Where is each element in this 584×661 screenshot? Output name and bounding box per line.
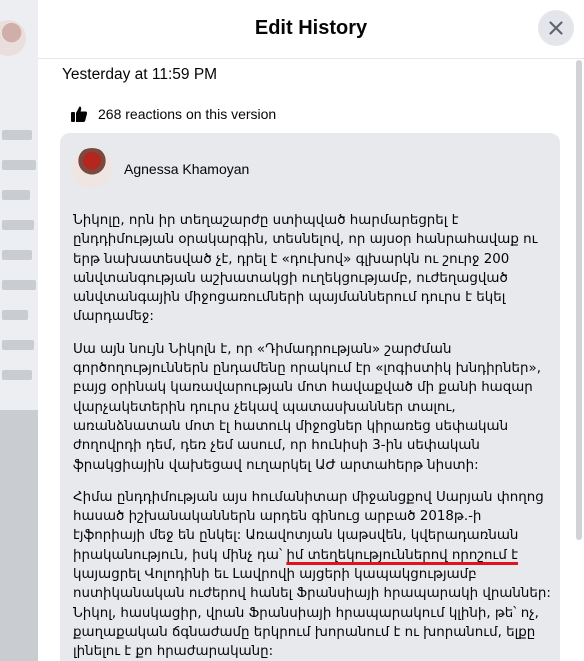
avatar[interactable] [72,148,112,188]
background-image-area [0,410,38,661]
background-text-line [2,190,30,200]
version-timestamp: Yesterday at 11:59 PM [62,66,218,83]
background-avatar [0,20,26,56]
background-text-line [2,130,32,140]
background-text-line [2,310,28,320]
close-button[interactable] [538,10,574,46]
post-body: Նիկոլը, որն իր տեղաշարժը ստիպված հարմարե… [73,211,551,661]
post-paragraph: Սա այն նույն Նիկոլն է, որ «Դիմադրության»… [73,341,541,473]
post-paragraph: Նիկոլը, որն իր տեղաշարժը ստիպված հարմարե… [73,213,538,325]
edit-history-dialog: Edit History Yesterday at 11:59 PM 268 r… [38,0,584,661]
background-text-line [2,160,36,170]
author-name[interactable]: Agnessa Khamoyan [124,161,249,177]
thumbs-up-icon [71,106,88,122]
post-paragraph: Հիմա ընդդիմության այս հումանիտար միջանցք… [73,488,551,661]
background-text-line [2,220,34,230]
background-text-line [2,370,32,380]
post-text-segment: կայացրել Վոլոդինի եւ Լավրովի այցերի կապա… [73,567,551,660]
dialog-header: Edit History [38,0,584,59]
scrollbar[interactable] [576,60,582,540]
close-icon [549,21,563,35]
post-version-card: Agnessa Khamoyan Նիկոլը, որն իր տեղաշարժ… [60,133,560,661]
background-feed [0,0,38,661]
background-text-line [2,250,32,260]
underlined-text: իմ տեղեկություններով որոշում է [286,547,519,563]
reactions-summary[interactable]: 268 reactions on this version [70,105,276,123]
background-text-line [2,340,34,350]
dialog-title: Edit History [254,17,368,39]
background-text-line [2,280,36,290]
reactions-text: 268 reactions on this version [98,106,277,122]
